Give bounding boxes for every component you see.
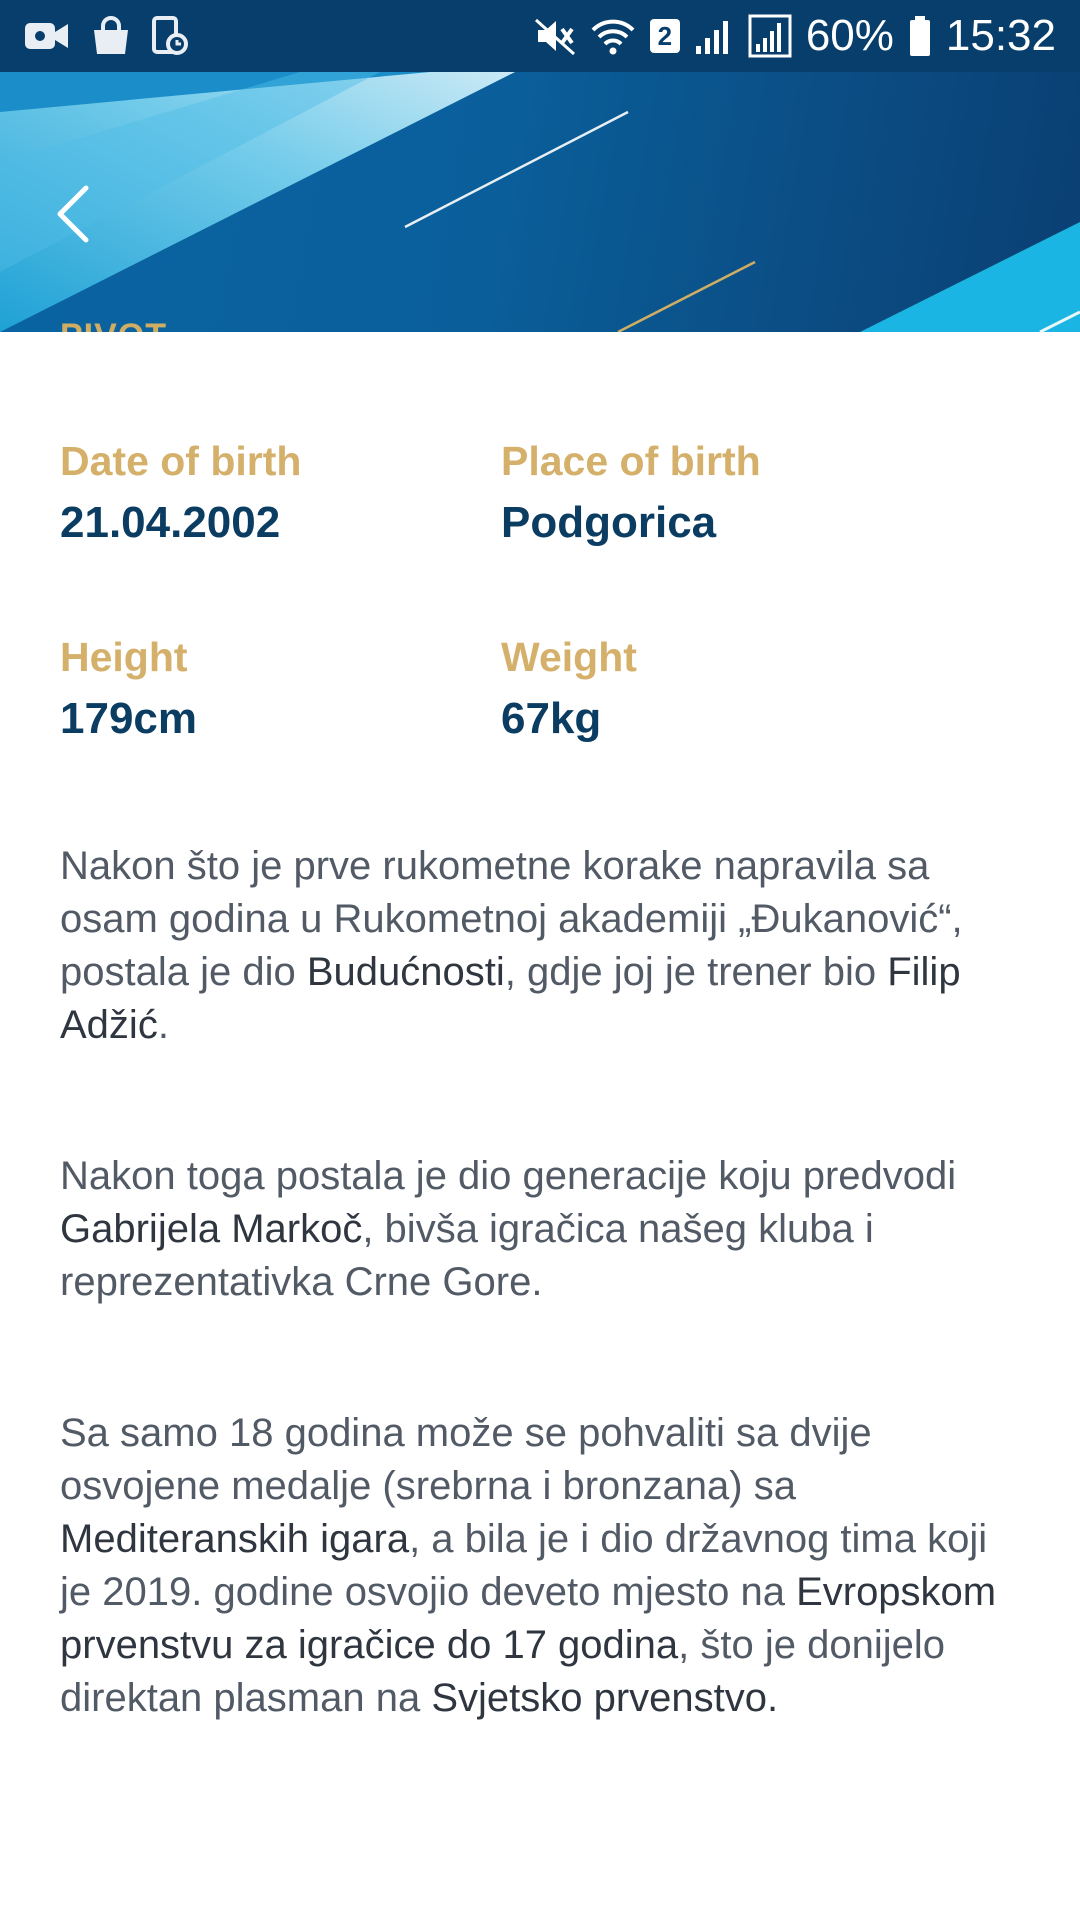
stat-label: Place of birth (501, 438, 761, 484)
bio-highlight: Gabrijela Markoč (60, 1207, 363, 1251)
chevron-left-icon (57, 185, 89, 243)
weight-stat: Weight 67kg (501, 632, 921, 746)
date-of-birth-stat: Date of birth 21.04.2002 (60, 436, 480, 550)
header-banner: PIVOT (0, 72, 1080, 332)
bio-highlight: Mediteranskih igara (60, 1517, 410, 1561)
screen-timer-icon (152, 16, 188, 56)
video-call-icon (24, 19, 70, 53)
signal-icon (748, 14, 792, 58)
bio-text: Sa samo 18 godina može se pohvaliti sa d… (60, 1411, 872, 1508)
bio-text: , gdje joj je trener bio (504, 950, 888, 994)
height-stat: Height 179cm (60, 632, 480, 746)
shopping-bag-icon (92, 16, 130, 56)
bio-text: Nakon toga postala je dio generacije koj… (60, 1154, 957, 1198)
back-button[interactable] (52, 182, 100, 254)
bio-text: . (157, 1003, 169, 1047)
clock: 15:32 (945, 11, 1056, 60)
banner-background (0, 72, 1080, 332)
sim-badge: 2 (649, 19, 680, 53)
mute-icon (534, 16, 576, 56)
stat-value: 179cm (60, 694, 198, 743)
bio-highlight: Budućnosti (306, 950, 505, 994)
bio-paragraph: Nakon što je prve rukometne korake napra… (60, 840, 1020, 1052)
bio-paragraph: Nakon toga postala je dio generacije koj… (60, 1150, 1020, 1309)
player-biography: Nakon što je prve rukometne korake napra… (60, 840, 1020, 1725)
stat-label: Height (60, 634, 188, 680)
stat-value: 21.04.2002 (60, 498, 281, 547)
place-of-birth-stat: Place of birth Podgorica (501, 436, 921, 550)
wifi-icon (590, 16, 636, 56)
stat-label: Weight (501, 634, 637, 680)
stat-value: Podgorica (501, 498, 717, 547)
battery-percent: 60% (805, 11, 894, 60)
stat-label: Date of birth (60, 438, 302, 484)
status-bar: 2 60% 15:32 (0, 0, 1080, 72)
signal-icon (694, 16, 734, 56)
battery-icon (908, 15, 932, 57)
player-position-label: PIVOT (60, 316, 167, 332)
stat-value: 67kg (501, 694, 602, 743)
player-stats: Date of birth 21.04.2002 Place of birth … (60, 332, 1020, 782)
bio-paragraph: Sa samo 18 godina može se pohvaliti sa d… (60, 1407, 1020, 1725)
notification-icons (24, 16, 188, 56)
player-profile-content: Date of birth 21.04.2002 Place of birth … (60, 332, 1020, 1823)
bio-highlight: Svjetsko prvenstvo. (431, 1676, 779, 1720)
